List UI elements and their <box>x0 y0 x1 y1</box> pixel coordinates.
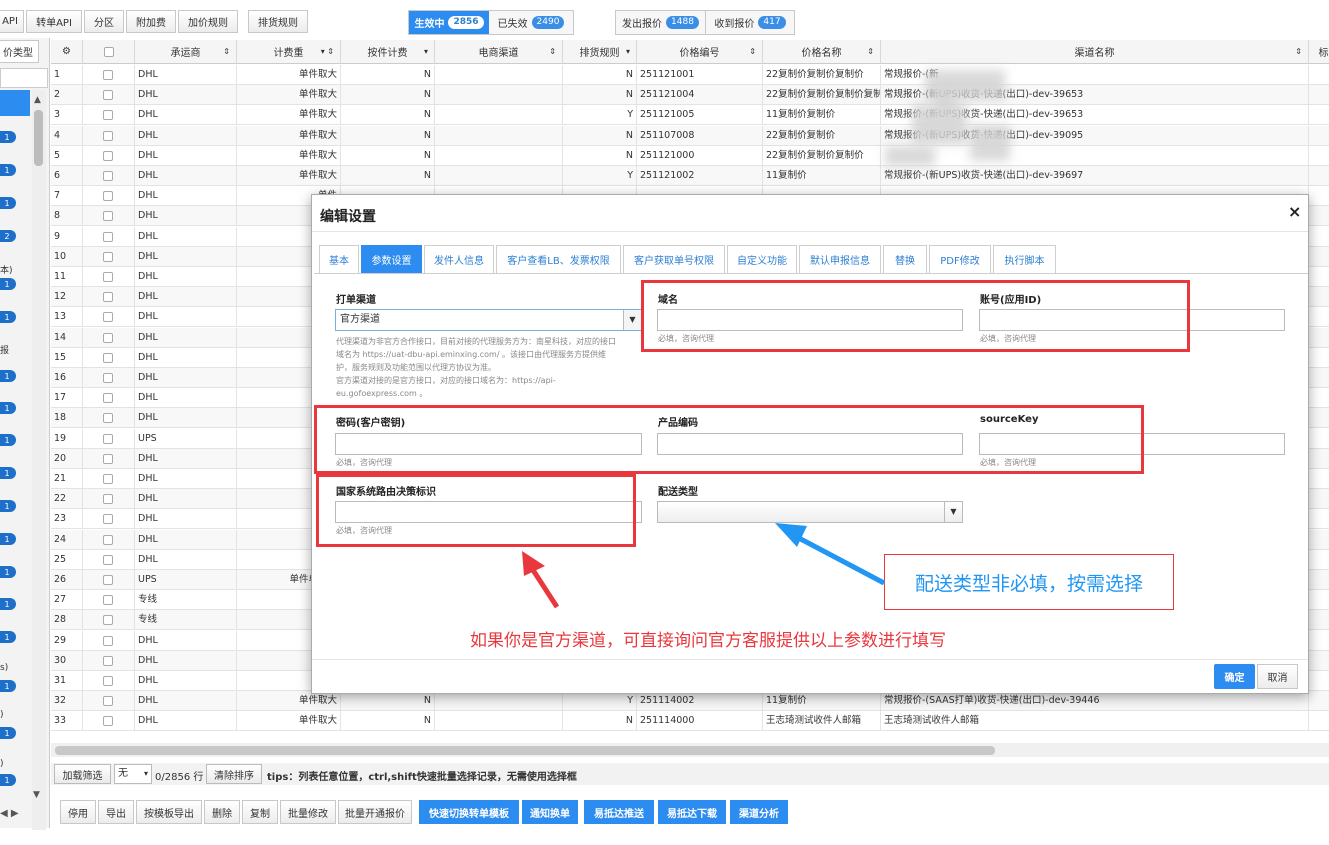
annotation-arrows <box>522 523 886 609</box>
red-arrow-icon <box>522 551 560 609</box>
blue-arrow-icon <box>775 523 886 586</box>
